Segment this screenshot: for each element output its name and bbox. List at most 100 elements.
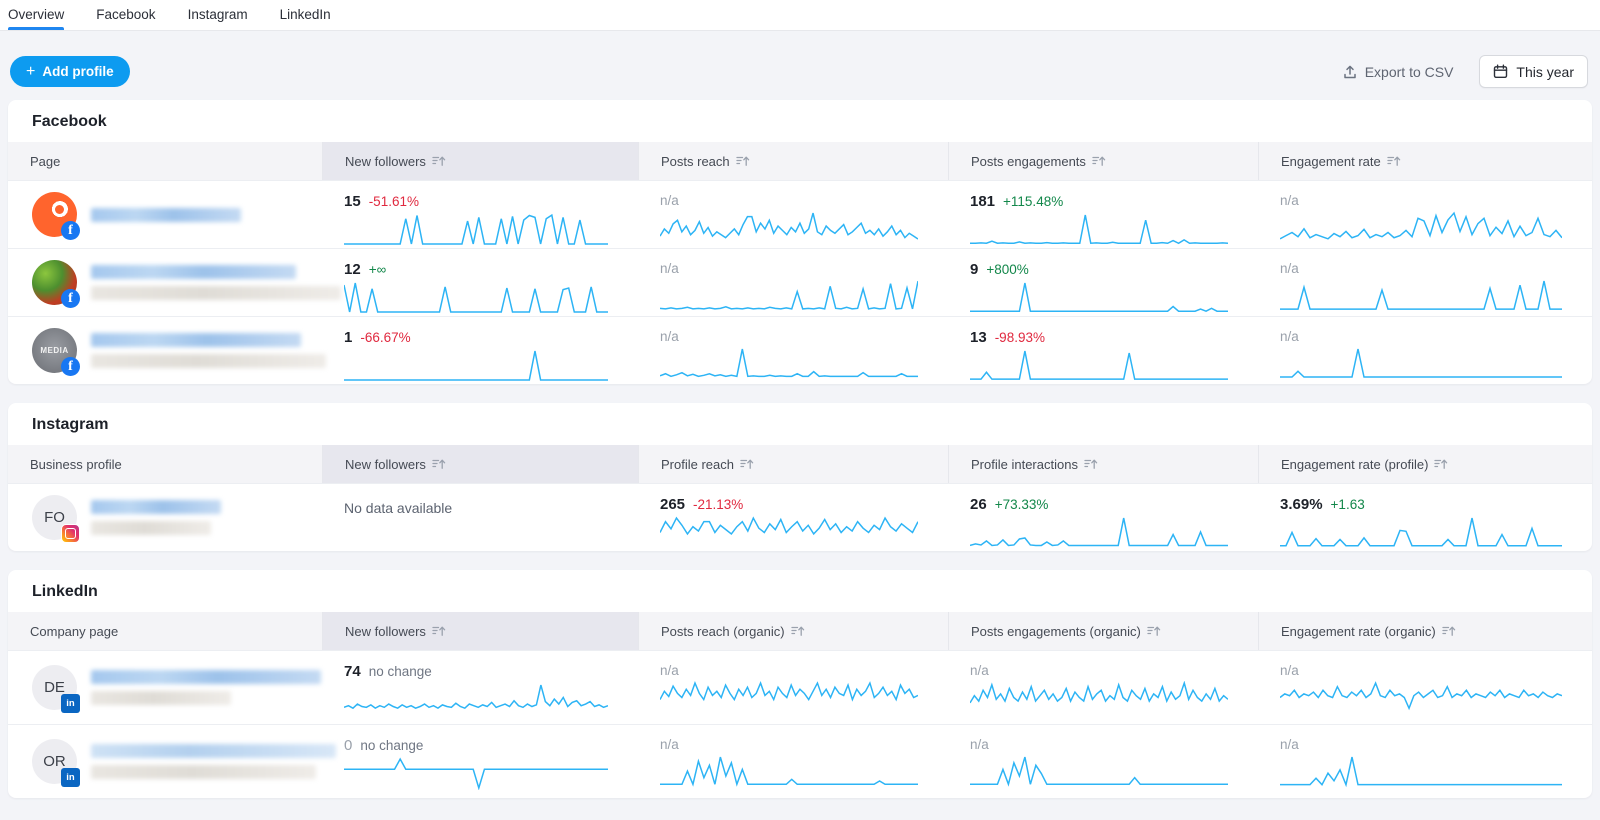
metric-cell: 0no change [322,725,638,798]
metric-value-line: n/a [1280,330,1562,345]
metric-cell: n/a [638,181,948,248]
sparkline-chart [660,279,918,312]
sort-icon [432,155,446,167]
metric-delta: -98.93% [995,331,1045,346]
table-header: Business profileNew followers Profile re… [8,445,1592,483]
section-card: LinkedIn Company page New followers Posts… [8,570,1592,798]
metric-cell: n/a [638,249,948,316]
tab-overview[interactable]: Overview [8,1,64,30]
table-row: FONo data available265-21.13%26+73.33%3.… [8,483,1592,551]
column-header-posts-engagements[interactable]: Posts engagements [948,142,1258,180]
metric-value-line: n/a [660,262,918,277]
column-header-profile-reach[interactable]: Profile reach [638,445,948,483]
sparkline-chart [344,683,608,716]
metric-na-label: n/a [1280,330,1299,345]
metric-value-line: n/a [660,738,918,753]
metric-na-label: n/a [660,194,679,209]
sparkline-chart [1280,681,1562,714]
column-header-label: Posts engagements [971,154,1086,169]
column-header-posts-reach-organic-[interactable]: Posts reach (organic) [638,612,948,650]
column-header-posts-reach[interactable]: Posts reach [638,142,948,180]
metric-na-label: n/a [660,738,679,753]
metric-value-line: n/a [1280,738,1562,753]
profile-cell[interactable]: f [8,249,322,316]
redacted-text-line [91,500,221,514]
instagram-badge-icon [61,524,80,543]
column-header-new-followers[interactable]: New followers [322,445,638,483]
avatar: f [32,192,77,237]
profile-cell[interactable]: FO [8,484,322,551]
section-title: LinkedIn [8,570,1592,612]
column-header-engagement-rate-organic-[interactable]: Engagement rate (organic) [1258,612,1592,650]
tab-instagram[interactable]: Instagram [188,1,248,30]
redacted-text-line [91,265,296,279]
column-header-label: Profile reach [661,457,734,472]
sparkline-chart [344,213,608,246]
tab-linkedin[interactable]: LinkedIn [280,1,331,30]
metric-value-line: 3.69%+1.63 [1280,497,1562,514]
column-header-new-followers[interactable]: New followers [322,142,638,180]
column-header-label: New followers [345,457,426,472]
column-header-label: New followers [345,154,426,169]
metric-cell: n/a [1258,249,1592,316]
column-header-label: Company page [30,624,118,639]
sort-icon [1147,625,1161,637]
sparkline-chart [660,347,918,380]
export-csv-button[interactable]: Export to CSV [1342,64,1454,80]
metric-value-line: 0no change [344,738,608,755]
section-card: Instagram Business profileNew followers … [8,403,1592,551]
sparkline-chart [344,349,608,382]
sort-icon [1092,155,1106,167]
redacted-text-line [91,670,321,684]
sort-icon [791,625,805,637]
column-header-engagement-rate[interactable]: Engagement rate [1258,142,1592,180]
profile-name-redacted [91,670,321,705]
metric-value-line: 1-66.67% [344,330,608,347]
column-header-new-followers[interactable]: New followers [322,612,638,650]
sparkline-chart [660,211,918,244]
avatar: ORin [32,739,77,784]
sort-icon [1434,458,1448,470]
redacted-text-line [91,286,341,300]
metric-cell: n/a [638,651,948,724]
column-header-posts-engagements-organic-[interactable]: Posts engagements (organic) [948,612,1258,650]
metric-delta: +73.33% [995,498,1049,513]
tab-facebook[interactable]: Facebook [96,1,155,30]
profile-cell[interactable]: DEin [8,651,322,724]
column-header-engagement-rate-profile-[interactable]: Engagement rate (profile) [1258,445,1592,483]
metric-value-line: 181+115.48% [970,194,1228,211]
add-profile-button[interactable]: + Add profile [10,56,130,87]
calendar-icon [1493,64,1508,79]
column-header-label: Posts reach [661,154,730,169]
metric-na-label: n/a [660,262,679,277]
metric-delta: +800% [986,263,1028,278]
sparkline-chart [660,516,918,549]
column-header-label: Posts engagements (organic) [971,624,1141,639]
profile-cell[interactable]: MEDIAf [8,317,322,384]
table-body: DEin74no changen/an/an/aORin0no changen/… [8,650,1592,798]
table-row: f15-51.61%n/a181+115.48%n/a [8,180,1592,248]
metric-na-label: n/a [660,664,679,679]
profile-cell[interactable]: ORin [8,725,322,798]
metric-value: 3.69% [1280,497,1323,514]
metric-value: 74 [344,664,361,681]
column-header-profile-interactions[interactable]: Profile interactions [948,445,1258,483]
column-header-label: Profile interactions [971,457,1078,472]
redacted-text-line [91,744,336,758]
table-row: MEDIAf1-66.67%n/a13-98.93%n/a [8,316,1592,384]
metric-value-line: 15-51.61% [344,194,608,211]
section-title: Facebook [8,100,1592,142]
metric-value-line: n/a [660,664,918,679]
profile-cell[interactable]: f [8,181,322,248]
column-header-entity: Company page [8,612,322,650]
metric-value-line: 12+∞ [344,262,608,279]
metric-delta: +∞ [369,263,387,278]
date-range-button[interactable]: This year [1479,55,1588,88]
column-header-label: Engagement rate (profile) [1281,457,1428,472]
profile-name-redacted [91,265,341,300]
no-data-label: No data available [344,500,452,516]
metric-delta: +115.48% [1003,195,1063,210]
facebook-badge-icon: f [61,289,80,308]
metric-cell: 9+800% [948,249,1258,316]
metric-value-line: 74no change [344,664,608,681]
